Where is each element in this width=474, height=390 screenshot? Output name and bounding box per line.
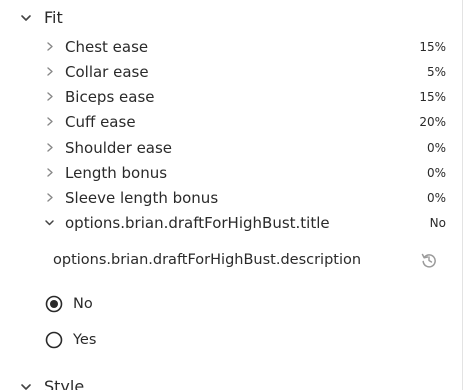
option-label: Cuff ease (65, 113, 136, 131)
option-row-sleeve-length-bonus[interactable]: Sleeve length bonus 0% (0, 186, 462, 210)
pattern-options-panel: Fit Chest ease 15% Collar ease 5% Biceps… (0, 0, 474, 390)
radio-unchecked-icon[interactable] (45, 331, 63, 349)
panel-divider (462, 0, 463, 390)
chevron-right-icon (47, 92, 53, 101)
radio-option-no[interactable]: No (45, 293, 285, 317)
radio-option-yes[interactable]: Yes (45, 329, 285, 353)
option-description: options.brian.draftForHighBust.descripti… (53, 252, 362, 268)
option-value: 0% (426, 141, 446, 155)
option-value: 0% (426, 191, 446, 205)
option-label: Collar ease (65, 63, 149, 81)
option-row-chest-ease[interactable]: Chest ease 15% (0, 35, 462, 59)
chevron-right-icon (47, 143, 53, 152)
option-value: 15% (419, 90, 446, 104)
option-value: 20% (419, 115, 446, 129)
option-label: options.brian.draftForHighBust.title (65, 214, 330, 232)
option-label: Chest ease (65, 38, 149, 56)
chevron-right-icon (47, 117, 53, 126)
option-row-shoulder-ease[interactable]: Shoulder ease 0% (0, 136, 462, 160)
chevron-right-icon (47, 193, 53, 202)
radio-label: Yes (73, 332, 97, 348)
option-label: Biceps ease (65, 88, 155, 106)
option-label: Shoulder ease (65, 139, 173, 157)
chevron-down-icon (45, 220, 54, 226)
section-title: Style (44, 377, 85, 390)
option-label: Sleeve length bonus (65, 189, 219, 207)
chevron-right-icon (47, 67, 53, 76)
section-title: Fit (44, 8, 63, 27)
option-row-cuff-ease[interactable]: Cuff ease 20% (0, 110, 462, 134)
option-value: 0% (426, 166, 446, 180)
section-header-fit[interactable]: Fit (0, 5, 462, 31)
option-row-biceps-ease[interactable]: Biceps ease 15% (0, 85, 462, 109)
radio-checked-icon[interactable] (45, 295, 63, 313)
section-header-style[interactable]: Style (0, 374, 462, 390)
option-label: Length bonus (65, 164, 168, 182)
option-row-draft-for-high-bust[interactable]: options.brian.draftForHighBust.title No (0, 211, 462, 235)
option-value: 15% (419, 40, 446, 54)
option-row-length-bonus[interactable]: Length bonus 0% (0, 161, 462, 185)
option-value: 5% (426, 65, 446, 79)
chevron-right-icon (47, 42, 53, 51)
radio-label: No (73, 296, 93, 312)
chevron-down-icon (21, 15, 31, 21)
chevron-down-icon (21, 384, 31, 390)
reset-icon[interactable] (420, 251, 438, 269)
chevron-right-icon (47, 168, 53, 177)
option-value: No (429, 216, 446, 230)
option-row-collar-ease[interactable]: Collar ease 5% (0, 60, 462, 84)
